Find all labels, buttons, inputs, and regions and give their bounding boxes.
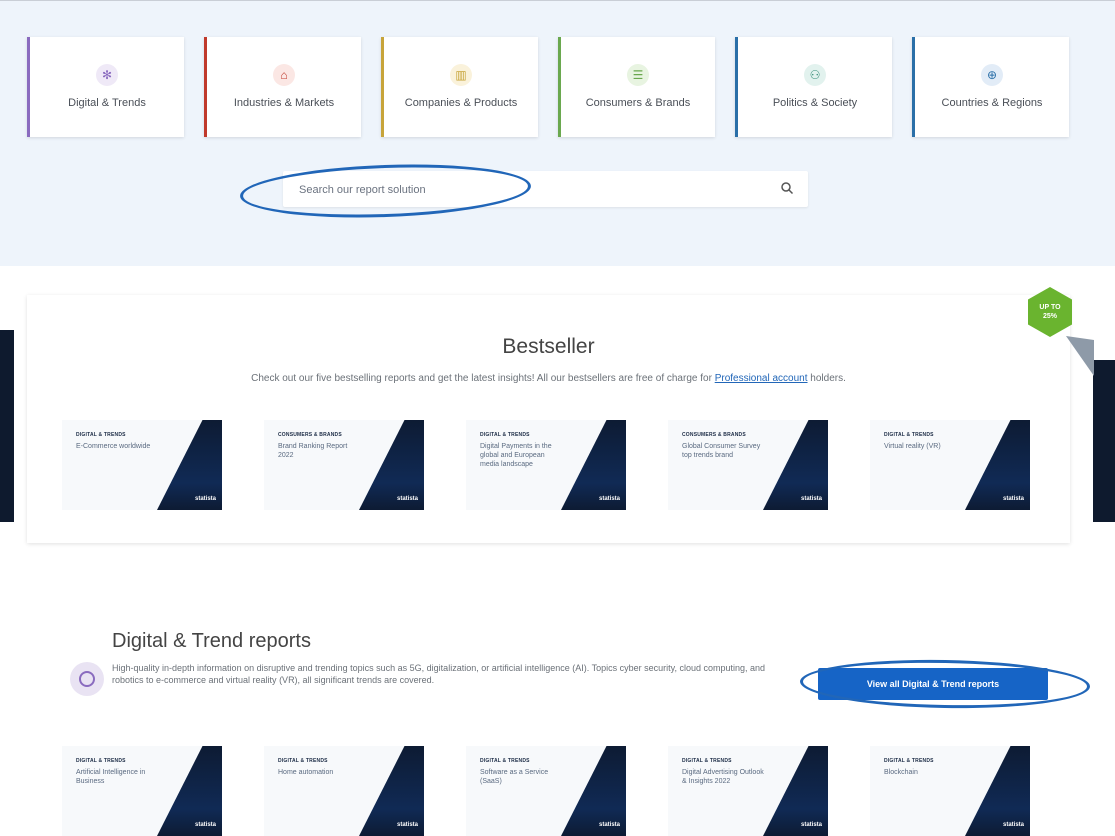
statista-logo: statista — [598, 822, 620, 828]
report-title: E-Commerce worldwide — [76, 443, 151, 450]
dark-banner-left — [0, 330, 14, 522]
search-input[interactable] — [297, 179, 741, 201]
report-category: CONSUMERS & BRANDS — [278, 432, 342, 438]
view-all-digital-trend-reports-button[interactable]: View all Digital & Trend reports — [818, 668, 1048, 700]
report-card[interactable]: DIGITAL & TRENDS Blockchain statista — [870, 746, 1030, 836]
bestseller-desc-end: holders. — [807, 373, 846, 384]
category-card-countries-regions[interactable]: ⊕ Countries & Regions — [912, 37, 1069, 137]
report-title: Digital Advertising Outlook & Insights 2… — [682, 769, 764, 785]
digital-trends-section-title: Digital & Trend reports — [112, 630, 311, 652]
category-label: Digital & Trends — [68, 97, 146, 109]
report-search-bar — [283, 171, 808, 207]
statista-logo: statista — [800, 496, 822, 502]
report-card[interactable]: DIGITAL & TRENDS Home automation statist… — [264, 746, 424, 836]
globe-icon: ⊕ — [981, 64, 1003, 86]
bestseller-desc-text: Check out our five bestselling reports a… — [251, 373, 715, 384]
digital-trends-section-description: High-quality in-depth information on dis… — [112, 663, 766, 685]
report-title: Software as a Service (SaaS) — [480, 769, 549, 785]
bestseller-description: Check out our five bestselling reports a… — [27, 373, 1070, 384]
statista-logo: statista — [396, 496, 418, 502]
statista-logo: statista — [598, 496, 620, 502]
report-category: DIGITAL & TRENDS — [884, 432, 934, 438]
shopping-icon: ☰ — [627, 64, 649, 86]
report-card[interactable]: DIGITAL & TRENDS Software as a Service (… — [466, 746, 626, 836]
report-category: DIGITAL & TRENDS — [76, 432, 126, 438]
category-hero: ✻ Digital & Trends ⌂ Industries & Market… — [0, 0, 1115, 266]
statista-logo: statista — [194, 822, 216, 828]
report-cover: statista — [561, 746, 626, 836]
bestseller-panel: Bestseller Check out our five bestsellin… — [27, 295, 1070, 543]
factory-icon: ⌂ — [273, 64, 295, 86]
report-title: Blockchain — [884, 769, 918, 776]
badge-ribbon — [1066, 336, 1094, 376]
report-card[interactable]: DIGITAL & TRENDS Digital Advertising Out… — [668, 746, 828, 836]
report-cover: statista — [763, 746, 828, 836]
statista-logo: statista — [1002, 496, 1024, 502]
report-title: Home automation — [278, 769, 334, 776]
report-category: DIGITAL & TRENDS — [76, 758, 126, 764]
badge-line1: UP TO — [1039, 304, 1061, 311]
statista-logo: statista — [1002, 822, 1024, 828]
report-title: Digital Payments in the global and Europ… — [480, 443, 552, 468]
category-label: Consumers & Brands — [585, 97, 691, 109]
bestseller-title: Bestseller — [502, 335, 595, 358]
professional-account-link[interactable]: Professional account — [715, 373, 808, 384]
category-label: Companies & Products — [404, 97, 518, 109]
report-card[interactable]: DIGITAL & TRENDS Digital Payments in the… — [466, 420, 626, 510]
report-cover: statista — [157, 420, 222, 510]
category-card-politics-society[interactable]: ⚇ Politics & Society — [735, 37, 892, 137]
category-label: Industries & Markets — [233, 97, 335, 109]
report-cover: statista — [965, 746, 1030, 836]
people-icon: ⚇ — [804, 64, 826, 86]
report-title: Global Consumer Survey top trends brand — [682, 443, 761, 459]
statista-logo: statista — [800, 822, 822, 828]
report-cover: statista — [359, 420, 424, 510]
report-category: DIGITAL & TRENDS — [278, 758, 328, 764]
report-category: DIGITAL & TRENDS — [884, 758, 934, 764]
category-row: ✻ Digital & Trends ⌂ Industries & Market… — [27, 37, 1070, 137]
report-card[interactable]: DIGITAL & TRENDS Virtual reality (VR) st… — [870, 420, 1030, 510]
search-icon[interactable] — [780, 181, 794, 195]
report-title: Brand Ranking Report 2022 — [278, 443, 348, 459]
report-cover: statista — [561, 420, 626, 510]
digital-icon: ✻ — [96, 64, 118, 86]
report-cover: statista — [359, 746, 424, 836]
report-category: DIGITAL & TRENDS — [480, 432, 530, 438]
report-cover: statista — [157, 746, 222, 836]
report-title: Artificial Intelligence in Business — [76, 769, 146, 785]
dark-banner-right — [1093, 360, 1115, 522]
category-card-consumers-brands[interactable]: ☰ Consumers & Brands — [558, 37, 715, 137]
statista-logo: statista — [396, 822, 418, 828]
category-card-companies-products[interactable]: ▥ Companies & Products — [381, 37, 538, 137]
report-card[interactable]: DIGITAL & TRENDS Artificial Intelligence… — [62, 746, 222, 836]
category-card-industries-markets[interactable]: ⌂ Industries & Markets — [204, 37, 361, 137]
report-title: Virtual reality (VR) — [884, 443, 941, 450]
report-cover: statista — [763, 420, 828, 510]
report-card[interactable]: CONSUMERS & BRANDS Global Consumer Surve… — [668, 420, 828, 510]
statista-logo: statista — [194, 496, 216, 502]
category-label: Politics & Society — [772, 97, 858, 109]
digital-trends-section-icon — [70, 662, 104, 696]
category-label: Countries & Regions — [941, 97, 1043, 109]
report-card[interactable]: CONSUMERS & BRANDS Brand Ranking Report … — [264, 420, 424, 510]
badge-line2: 25% — [1042, 313, 1057, 320]
report-cover: statista — [965, 420, 1030, 510]
report-card[interactable]: DIGITAL & TRENDS E-Commerce worldwide st… — [62, 420, 222, 510]
report-category: DIGITAL & TRENDS — [480, 758, 530, 764]
report-category: DIGITAL & TRENDS — [682, 758, 732, 764]
report-category: CONSUMERS & BRANDS — [682, 432, 746, 438]
building-icon: ▥ — [450, 64, 472, 86]
category-card-digital-trends[interactable]: ✻ Digital & Trends — [27, 37, 184, 137]
